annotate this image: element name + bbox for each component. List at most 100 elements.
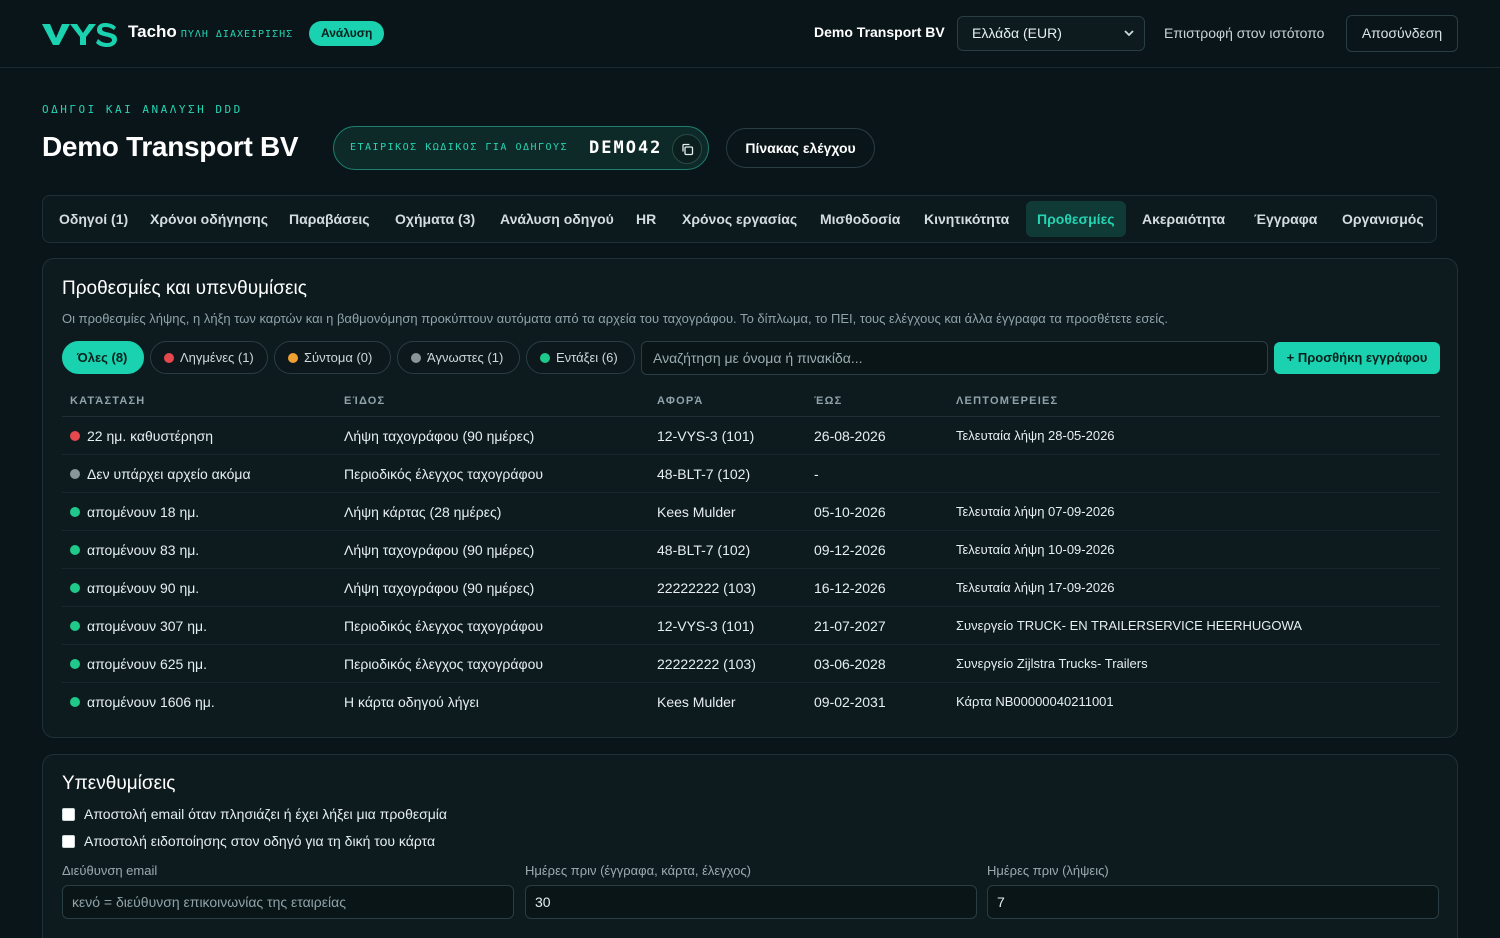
company-name: Demo Transport BV [814,24,945,40]
tab-violations[interactable]: Παραβάσεις [289,201,370,237]
status-cell: απομένουν 307 ημ. [70,618,207,634]
details-cell: Τελευταία λήψη 17-09-2026 [956,580,1115,595]
email-address-label: Διεύθυνση email [62,863,158,878]
email-reminder-option[interactable]: Αποστολή email όταν πλησιάζει ή έχει λήξ… [62,804,447,824]
status-cell: Δεν υπάρχει αρχείο ακόμα [70,466,251,482]
status-text: απομένουν 1606 ημ. [87,694,215,710]
table-header: ΚΑΤΆΣΤΑΣΗ ΕΊΔΟΣ ΑΦΟΡΆ ΈΩΣ ΛΕΠΤΟΜΈΡΕΙΕΣ [62,387,1440,417]
table-row[interactable]: απομένουν 1606 ημ. Η κάρτα οδηγού λήγει … [62,683,1440,721]
filter-label: Σύντομα (0) [304,350,373,365]
back-to-site-link[interactable]: Επιστροφή στον ιστότοπο [1164,25,1324,41]
filter-soon[interactable]: Σύντομα (0) [274,341,391,374]
details-cell: Συνεργείο TRUCK- EN TRAILERSERVICE HEERH… [956,618,1302,633]
type-cell: Περιοδικός έλεγχος ταχογράφου [344,656,544,672]
subject-cell: Kees Mulder [657,694,736,710]
tab-bar: Οδηγοί (1) Χρόνοι οδήγησης Παραβάσεις Οχ… [42,195,1437,243]
reminders-title: Υπενθυμίσεις [62,773,176,794]
type-cell: Περιοδικός έλεγχος ταχογράφου [344,466,544,482]
status-text: απομένουν 625 ημ. [87,656,207,672]
until-cell: - [814,466,819,482]
filter-all[interactable]: Όλες (8) [62,341,144,374]
table-row[interactable]: απομένουν 625 ημ. Περιοδικός έλεγχος ταχ… [62,645,1440,683]
subject-cell: 22222222 (103) [657,656,756,672]
details-cell: Τελευταία λήψη 10-09-2026 [956,542,1115,557]
subject-cell: 12-VYS-3 (101) [657,428,755,444]
status-cell: απομένουν 83 ημ. [70,542,199,558]
copy-code-button[interactable] [672,134,702,164]
days-before-downloads-label: Ημέρες πριν (λήψεις) [987,863,1109,878]
logout-button[interactable]: Αποσύνδεση [1346,15,1458,52]
brand-subtitle: ΠΥΛΗ ΔΙΑΧΕΙΡΙΣΗΣ [180,29,294,40]
filter-label: Όλες (8) [77,350,128,365]
until-cell: 21-07-2027 [814,618,886,634]
status-dot-icon [411,353,421,363]
add-document-button[interactable]: + Προσθήκη εγγράφου [1274,342,1440,374]
details-cell: Κάρτα NB00000040211001 [956,694,1114,709]
driver-notification-option[interactable]: Αποστολή ειδοποίησης στον οδηγό για τη δ… [62,831,435,851]
column-header-subject[interactable]: ΑΦΟΡΆ [657,395,704,407]
status-dot-icon [288,353,298,363]
details-cell: Συνεργείο Zijlstra Trucks- Trailers [956,656,1148,671]
deadlines-card: Προθεσμίες και υπενθυμίσεις Οι προθεσμίε… [42,258,1458,738]
tab-payroll[interactable]: Μισθοδοσία [820,201,900,237]
status-text: απομένουν 307 ημ. [87,618,207,634]
table-row[interactable]: απομένουν 90 ημ. Λήψη ταχογράφου (90 ημέ… [62,569,1440,607]
analysis-badge: Ανάλυση [309,21,385,46]
dashboard-button[interactable]: Πίνακας ελέγχου [726,128,875,168]
table-row[interactable]: 22 ημ. καθυστέρηση Λήψη ταχογράφου (90 η… [62,417,1440,455]
email-address-input[interactable]: κενό = διεύθυνση επικοινωνίας της εταιρε… [62,885,514,919]
days-before-downloads-input[interactable]: 7 [987,885,1439,919]
column-header-status[interactable]: ΚΑΤΆΣΤΑΣΗ [70,395,145,407]
table-row[interactable]: απομένουν 18 ημ. Λήψη κάρτας (28 ημέρες)… [62,493,1440,531]
vys-logo[interactable] [40,18,120,48]
details-cell: Τελευταία λήψη 07-09-2026 [956,504,1115,519]
subject-cell: Kees Mulder [657,504,736,520]
deadlines-description: Οι προθεσμίες λήψης, η λήξη των καρτών κ… [62,311,1168,326]
until-cell: 05-10-2026 [814,504,886,520]
search-input[interactable]: Αναζήτηση με όνομα ή πινακίδα... [641,341,1268,375]
column-header-details[interactable]: ΛΕΠΤΟΜΈΡΕΙΕΣ [956,395,1058,407]
tab-working-time[interactable]: Χρόνος εργασίας [682,201,797,237]
chevron-down-icon [1124,17,1134,64]
table-row[interactable]: απομένουν 83 ημ. Λήψη ταχογράφου (90 ημέ… [62,531,1440,569]
filter-expired[interactable]: Ληγμένες (1) [150,341,268,374]
driver-notification-label: Αποστολή ειδοποίησης στον οδηγό για τη δ… [84,833,436,849]
filter-ok[interactable]: Εντάξει (6) [526,341,635,374]
type-cell: Λήψη ταχογράφου (90 ημέρες) [344,542,535,558]
tab-documents[interactable]: Έγγραφα [1254,201,1317,237]
status-cell: 22 ημ. καθυστέρηση [70,428,213,444]
region-select[interactable]: Ελλάδα (EUR) [957,16,1145,51]
copy-icon [682,143,694,156]
tab-drivers[interactable]: Οδηγοί (1) [59,201,128,237]
brand: Tacho ΠΥΛΗ ΔΙΑΧΕΙΡΙΣΗΣ [128,22,293,42]
tab-integrity[interactable]: Ακεραιότητα [1142,201,1225,237]
top-bar: Tacho ΠΥΛΗ ΔΙΑΧΕΙΡΙΣΗΣ Ανάλυση Demo Tran… [0,0,1500,68]
type-cell: Η κάρτα οδηγού λήγει [344,694,479,710]
status-text: απομένουν 90 ημ. [87,580,200,596]
deadlines-title: Προθεσμίες και υπενθυμίσεις [62,278,307,299]
tab-organization[interactable]: Οργανισμός [1342,201,1424,237]
column-header-type[interactable]: ΕΊΔΟΣ [344,395,385,407]
filter-label: Άγνωστες (1) [427,350,504,365]
tab-driver-analysis[interactable]: Ανάλυση οδηγού [500,201,614,237]
filter-unknown[interactable]: Άγνωστες (1) [397,341,520,374]
status-text: Δεν υπάρχει αρχείο ακόμα [87,466,251,482]
status-cell: απομένουν 625 ημ. [70,656,207,672]
column-header-until[interactable]: ΈΩΣ [814,395,842,407]
status-dot-icon [70,583,80,593]
tab-mobility[interactable]: Κινητικότητα [924,201,1009,237]
tab-deadlines[interactable]: Προθεσμίες [1026,201,1126,237]
table-row[interactable]: απομένουν 307 ημ. Περιοδικός έλεγχος ταχ… [62,607,1440,645]
tab-hr[interactable]: HR [636,201,656,237]
deadlines-table: ΚΑΤΆΣΤΑΣΗ ΕΊΔΟΣ ΑΦΟΡΆ ΈΩΣ ΛΕΠΤΟΜΈΡΕΙΕΣ 2… [62,387,1440,721]
region-select-value: Ελλάδα (EUR) [972,25,1062,41]
tab-driving-times[interactable]: Χρόνοι οδήγησης [150,201,268,237]
type-cell: Λήψη ταχογράφου (90 ημέρες) [344,580,535,596]
email-reminder-checkbox[interactable] [62,807,75,821]
days-before-docs-input[interactable]: 30 [525,885,977,919]
table-row[interactable]: Δεν υπάρχει αρχείο ακόμα Περιοδικός έλεγ… [62,455,1440,493]
tab-vehicles[interactable]: Οχήματα (3) [395,201,475,237]
until-cell: 09-12-2026 [814,542,886,558]
status-cell: απομένουν 18 ημ. [70,504,199,520]
driver-notification-checkbox[interactable] [62,834,75,848]
